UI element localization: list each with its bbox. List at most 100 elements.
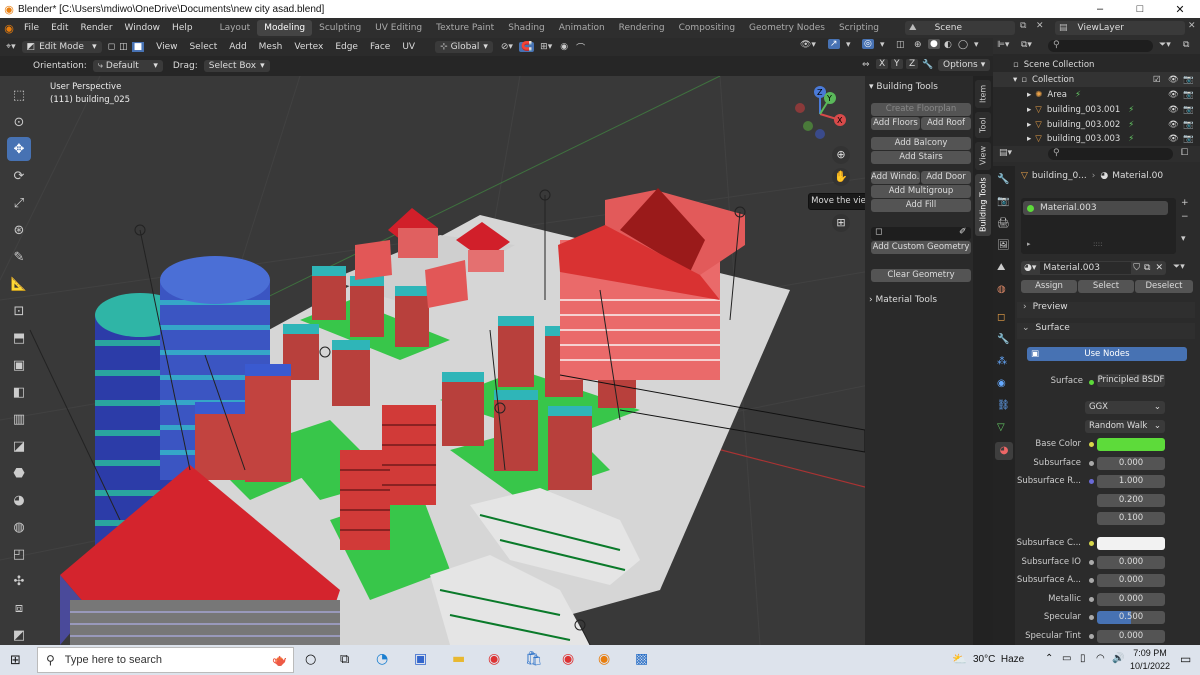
resize-handle-icon[interactable]: :::: [1093, 240, 1102, 248]
wifi-tray-icon[interactable]: ◠ [1096, 653, 1105, 664]
weather-text[interactable]: 30°C Haze [973, 654, 1024, 665]
outliner-search-input[interactable]: ⚲ [1048, 40, 1153, 52]
tab-texture-paint[interactable]: Texture Paint [429, 20, 501, 36]
snap-target-icon[interactable]: ⊞▾ [540, 42, 552, 52]
edge-app-icon[interactable]: ◔ [376, 651, 388, 667]
assign-button[interactable]: Assign [1021, 280, 1077, 293]
proportional-edit-icon[interactable]: ◉ [560, 42, 568, 52]
mirror-y-toggle[interactable]: Y [891, 59, 903, 69]
add-floors-button[interactable]: Add Floors [871, 117, 920, 130]
menu-help[interactable]: Help [166, 23, 199, 33]
snap-icon[interactable]: 🧲 [518, 42, 535, 52]
clock-time[interactable]: 7:09 PM [1130, 648, 1170, 658]
tab-sculpting[interactable]: Sculpting [312, 20, 368, 36]
tab-item[interactable]: Item [975, 80, 991, 108]
display-mode-icon[interactable]: ⧉▾ [1021, 40, 1032, 50]
material-shading-icon[interactable]: ◐ [944, 40, 952, 50]
volume-tray-icon[interactable]: 🔊 [1112, 653, 1124, 664]
navigation-gizmo[interactable]: Z X Y [790, 84, 856, 150]
blender-menu-icon[interactable]: ◉ [0, 22, 18, 35]
network-tray-icon[interactable]: ▭ [1062, 653, 1071, 664]
tab-geometry-nodes[interactable]: Geometry Nodes [742, 20, 832, 36]
value-field[interactable]: 0.000 [1097, 457, 1165, 470]
menu-file[interactable]: File [18, 23, 45, 33]
outliner-collection[interactable]: ▾ ▫ Collection ☑ 👁 📷 [993, 72, 1200, 87]
tab-rendering[interactable]: Rendering [612, 20, 672, 36]
unlink-material-icon[interactable]: ✕ [1155, 263, 1163, 273]
eye-icon[interactable]: 👁 [1168, 120, 1179, 130]
tray-chevron-icon[interactable]: ⌃ [1045, 653, 1053, 664]
outliner-editor-icon[interactable]: ⊫▾ [997, 40, 1009, 50]
fake-user-icon[interactable]: ⛉ [1133, 263, 1140, 273]
outliner-item-area[interactable]: ▸ ✺ Area ⚡ 👁 📷 [993, 87, 1200, 102]
shear-tool-icon[interactable]: ⧈ [7, 596, 31, 620]
options-dropdown[interactable]: Options ▾ [938, 59, 991, 71]
vertex-select-icon[interactable]: ◻ [108, 42, 115, 52]
camera-icon[interactable]: 📷 [1183, 90, 1194, 100]
wrench-icon[interactable]: 🔧 [922, 60, 933, 70]
material-tab-icon[interactable]: ◕ [995, 442, 1013, 460]
orientation-dropdown[interactable]: ⤷ Default ▾ [92, 60, 163, 72]
xray-icon[interactable]: ◫ [896, 40, 905, 50]
add-fill-button[interactable]: Add Fill [871, 199, 971, 212]
transform-orientation-dropdown[interactable]: ⊹ Global ▾ [435, 41, 493, 53]
color-field[interactable] [1097, 438, 1165, 451]
remove-slot-icon[interactable]: − [1181, 212, 1189, 222]
value-field[interactable]: 0.000 [1097, 630, 1165, 643]
header-menu-view[interactable]: View [150, 42, 183, 52]
large-building[interactable] [558, 188, 745, 380]
data-tab-icon[interactable]: ▽ [997, 422, 1005, 433]
inset-tool-icon[interactable]: ▣ [7, 353, 31, 377]
add-multigroup-button[interactable]: Add Multigroup [871, 185, 971, 198]
tab-shading[interactable]: Shading [501, 20, 552, 36]
material-tools-header[interactable]: › Material Tools [869, 295, 937, 305]
drag-dropdown[interactable]: Select Box ▾ [203, 60, 270, 72]
tab-view[interactable]: View [975, 142, 991, 170]
wireframe-shading-icon[interactable]: ⊕ [914, 40, 922, 50]
add-roof-button[interactable]: Add Roof [921, 117, 971, 130]
checkbox-icon[interactable]: ☑ [1153, 75, 1161, 85]
view-layer-tab-icon[interactable]: 🖼 [997, 240, 1010, 251]
mirror-z-toggle[interactable]: Z [906, 59, 919, 69]
new-collection-icon[interactable]: ⧉ [1183, 40, 1189, 50]
face-select-icon[interactable]: ■ [131, 42, 145, 52]
pivot-icon[interactable]: ⊘▾ [501, 42, 513, 52]
eyedropper-icon[interactable]: ✐ [959, 227, 967, 237]
value-field[interactable]: 0.200 [1097, 494, 1165, 507]
outliner-item-building-2[interactable]: ▸ ▽ building_003.002 ⚡ 👁 📷 [993, 117, 1200, 132]
annotate-tool-icon[interactable]: ✎ [7, 245, 31, 269]
header-menu-add[interactable]: Add [223, 42, 252, 52]
color-field[interactable] [1097, 537, 1165, 550]
link-dropdown-icon[interactable]: ⏷▾ [1173, 262, 1185, 272]
transform-tool-icon[interactable]: ⊛ [7, 218, 31, 242]
3d-viewport[interactable]: User Perspective (111) building_025 Z X … [0, 76, 993, 645]
slot-menu-icon[interactable]: ▾ [1181, 234, 1186, 244]
measure-tool-icon[interactable]: 📐 [7, 272, 31, 296]
move-tool-icon[interactable]: ✥ [7, 137, 31, 161]
custom-object-picker[interactable]: ◻ ✐ [871, 227, 971, 240]
world-tab-icon[interactable]: ◍ [997, 284, 1006, 295]
tab-compositing[interactable]: Compositing [672, 20, 742, 36]
properties-editor-icon[interactable]: ▤▾ [999, 148, 1012, 158]
eye-icon[interactable]: 👁 [1168, 105, 1179, 115]
header-menu-face[interactable]: Face [364, 42, 396, 52]
mode-dropdown[interactable]: ◩ Edit Mode ▾ [21, 41, 102, 53]
task-view-icon[interactable]: ⧉ [340, 652, 349, 667]
add-cube-tool-icon[interactable]: ⊡ [7, 299, 31, 323]
mirror-x-toggle[interactable]: X [876, 59, 889, 69]
tab-modeling[interactable]: Modeling [257, 20, 313, 36]
camera-icon[interactable]: 📷 [1183, 120, 1194, 130]
material-selector[interactable]: ◕▾ Material.003 ⛉ ⧉ ✕ [1021, 261, 1166, 275]
mirror-icon[interactable]: ⇔ [862, 60, 870, 70]
delete-scene-icon[interactable]: ✕ [1036, 21, 1044, 31]
poly-build-tool-icon[interactable]: ⬣ [7, 461, 31, 485]
spin-tool-icon[interactable]: ◕ [7, 488, 31, 512]
add-custom-geometry-button[interactable]: Add Custom Geometry [871, 241, 971, 254]
shading-dropdown-icon[interactable]: ▾ [974, 40, 979, 50]
add-window-button[interactable]: Add Windo... [871, 171, 920, 184]
smooth-tool-icon[interactable]: ◍ [7, 515, 31, 539]
gizmo-icon[interactable]: ↗ [828, 39, 840, 49]
blender-app-icon[interactable]: ◉ [598, 651, 610, 667]
bevel-tool-icon[interactable]: ◧ [7, 380, 31, 404]
notifications-icon[interactable]: ▭ [1180, 652, 1191, 666]
